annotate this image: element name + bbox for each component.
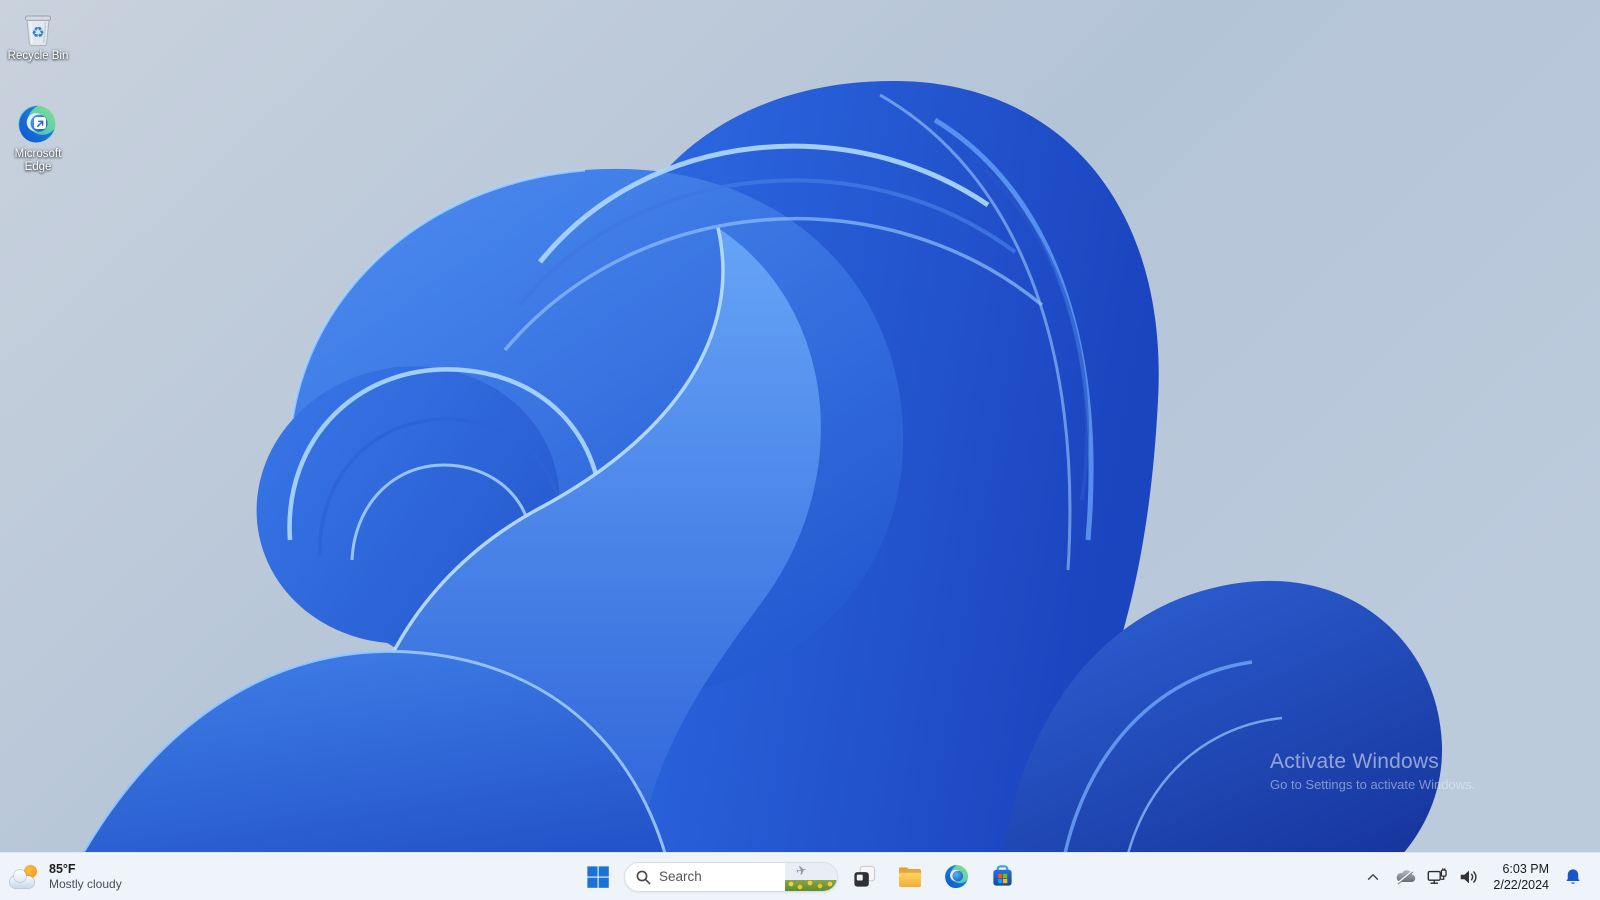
microsoft-store-button[interactable] <box>982 857 1022 897</box>
start-button[interactable] <box>578 857 618 897</box>
weather-widget-button[interactable]: 85°F Mostly cloudy <box>10 853 122 900</box>
ethernet-network-icon <box>1427 867 1448 884</box>
desktop-icon-microsoft-edge[interactable]: Microsoft Edge <box>0 104 76 174</box>
onedrive-tray-button[interactable] <box>1390 858 1420 896</box>
search-icon <box>636 870 651 884</box>
taskbar: 85°F Mostly cloudy Search ✈ 6:03 PM 2/22… <box>0 852 1600 900</box>
task-view-button[interactable] <box>844 857 884 897</box>
search-box[interactable]: ✈ <box>624 861 838 892</box>
volume-tray-button[interactable] <box>1454 858 1484 896</box>
tray-date: 2/22/2024 <box>1493 877 1549 892</box>
weather-condition: Mostly cloudy <box>49 876 122 891</box>
notification-bell-icon <box>1566 868 1580 884</box>
file-explorer-button[interactable] <box>890 857 930 897</box>
svg-text:♻: ♻ <box>31 24 44 42</box>
weather-temperature: 85°F <box>49 861 76 876</box>
flower-field-image <box>785 879 837 891</box>
shortcut-arrow-icon <box>34 117 46 129</box>
recycle-bin-icon: ♻ <box>25 15 51 47</box>
task-view-icon <box>853 865 875 887</box>
clock[interactable]: 6:03 PM 2/22/2024 <box>1486 857 1556 897</box>
edge-icon <box>944 864 968 889</box>
wallpaper-bloom <box>0 0 1600 900</box>
onedrive-offline-icon <box>1397 869 1416 884</box>
desktop-icon-label: Recycle Bin <box>7 50 69 62</box>
tray-chevron-button[interactable] <box>1358 858 1388 896</box>
file-explorer-icon <box>899 867 921 887</box>
network-tray-button[interactable] <box>1422 858 1452 896</box>
windows-logo-icon <box>587 865 609 888</box>
desktop-icon-label: Microsoft Edge <box>14 148 62 173</box>
desktop-icon-recycle-bin[interactable]: ♻ Recycle Bin <box>0 8 76 63</box>
edge-button[interactable] <box>936 857 976 897</box>
microsoft-store-icon <box>992 865 1012 886</box>
chevron-up-icon <box>1368 873 1379 880</box>
sun-behind-cloud-icon <box>10 864 40 889</box>
tray-time: 6:03 PM <box>1502 861 1549 876</box>
notification-bell-button[interactable] <box>1558 858 1588 896</box>
search-highlight-thumbnail[interactable]: ✈ <box>785 861 837 891</box>
plane-icon: ✈ <box>794 861 809 879</box>
search-input[interactable] <box>657 868 777 885</box>
desktop: ♻ Recycle Bin Microsoft Edge Activate Wi… <box>0 0 1600 900</box>
volume-icon <box>1461 870 1477 883</box>
